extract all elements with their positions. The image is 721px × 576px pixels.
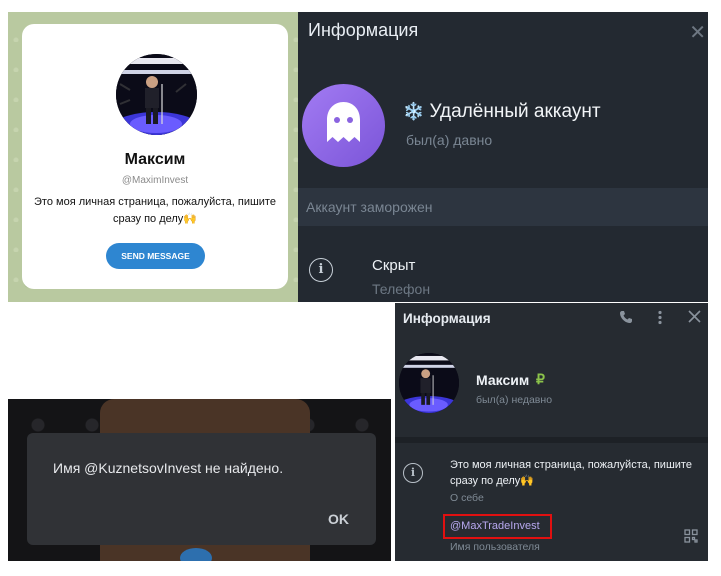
ghost-icon xyxy=(327,102,360,142)
profile-card: Максим @MaximInvest Это моя личная стран… xyxy=(22,24,288,289)
frozen-banner: Аккаунт заморожен xyxy=(298,188,708,226)
error-dialog: Имя @KuznetsovInvest не найдено. OK xyxy=(27,433,376,545)
last-seen-status: был(а) давно xyxy=(406,132,493,148)
phone-call-icon[interactable] xyxy=(619,310,633,328)
ok-button[interactable]: OK xyxy=(328,511,349,527)
sticker-mascot xyxy=(180,548,212,561)
avatar xyxy=(399,353,459,413)
info-icon: i xyxy=(403,463,423,483)
deleted-account-name: ❄️ Удалённый аккаунт xyxy=(403,101,601,123)
section-divider xyxy=(395,437,708,443)
profile-bio: Это моя личная страница, пожалуйста, пиш… xyxy=(34,196,276,225)
more-options-icon[interactable] xyxy=(657,310,663,329)
frozen-text: Аккаунт заморожен xyxy=(306,199,433,215)
panel-title: Информация xyxy=(308,20,419,40)
username-highlight-box[interactable]: @MaxTradeInvest xyxy=(443,514,552,539)
ruble-badge-icon: ₽ xyxy=(536,371,545,387)
error-dialog-panel: Имя @KuznetsovInvest не найдено. OK xyxy=(8,399,391,561)
error-message: Имя @KuznetsovInvest не найдено. xyxy=(53,460,284,476)
bio-label: О себе xyxy=(450,492,484,504)
account-name-text: Удалённый аккаунт xyxy=(429,101,601,122)
ghost-avatar xyxy=(302,84,385,167)
send-message-button[interactable]: SEND MESSAGE xyxy=(106,243,205,269)
panel-title: Информация xyxy=(403,311,491,326)
deleted-account-info-panel: Информация ✕ ❄️ Удалённый аккаунт был(а)… xyxy=(298,12,708,302)
qr-code-icon[interactable] xyxy=(684,529,698,543)
snowflake-icon: ❄️ xyxy=(403,102,425,121)
profile-username: @MaximInvest xyxy=(121,175,189,186)
profile-name: Максим xyxy=(476,372,530,388)
web-profile-panel: Максим @MaximInvest Это моя личная стран… xyxy=(8,12,298,302)
username-value[interactable]: @MaxTradeInvest xyxy=(450,520,540,532)
profile-bio: Это моя личная страница, пожалуйста, пиш… xyxy=(450,459,692,487)
phone-label: Телефон xyxy=(372,281,431,297)
profile-info-panel: Информация Максим ₽ был(а) недавно i Это… xyxy=(395,303,708,561)
username-label: Имя пользователя xyxy=(450,541,540,553)
avatar xyxy=(116,54,197,135)
close-icon[interactable]: ✕ xyxy=(689,20,706,45)
phone-value[interactable]: Скрыт xyxy=(372,257,415,274)
profile-name: Максим xyxy=(124,151,186,168)
close-icon[interactable] xyxy=(688,310,701,327)
info-icon: i xyxy=(309,258,333,282)
last-seen-status: был(а) недавно xyxy=(476,394,553,406)
